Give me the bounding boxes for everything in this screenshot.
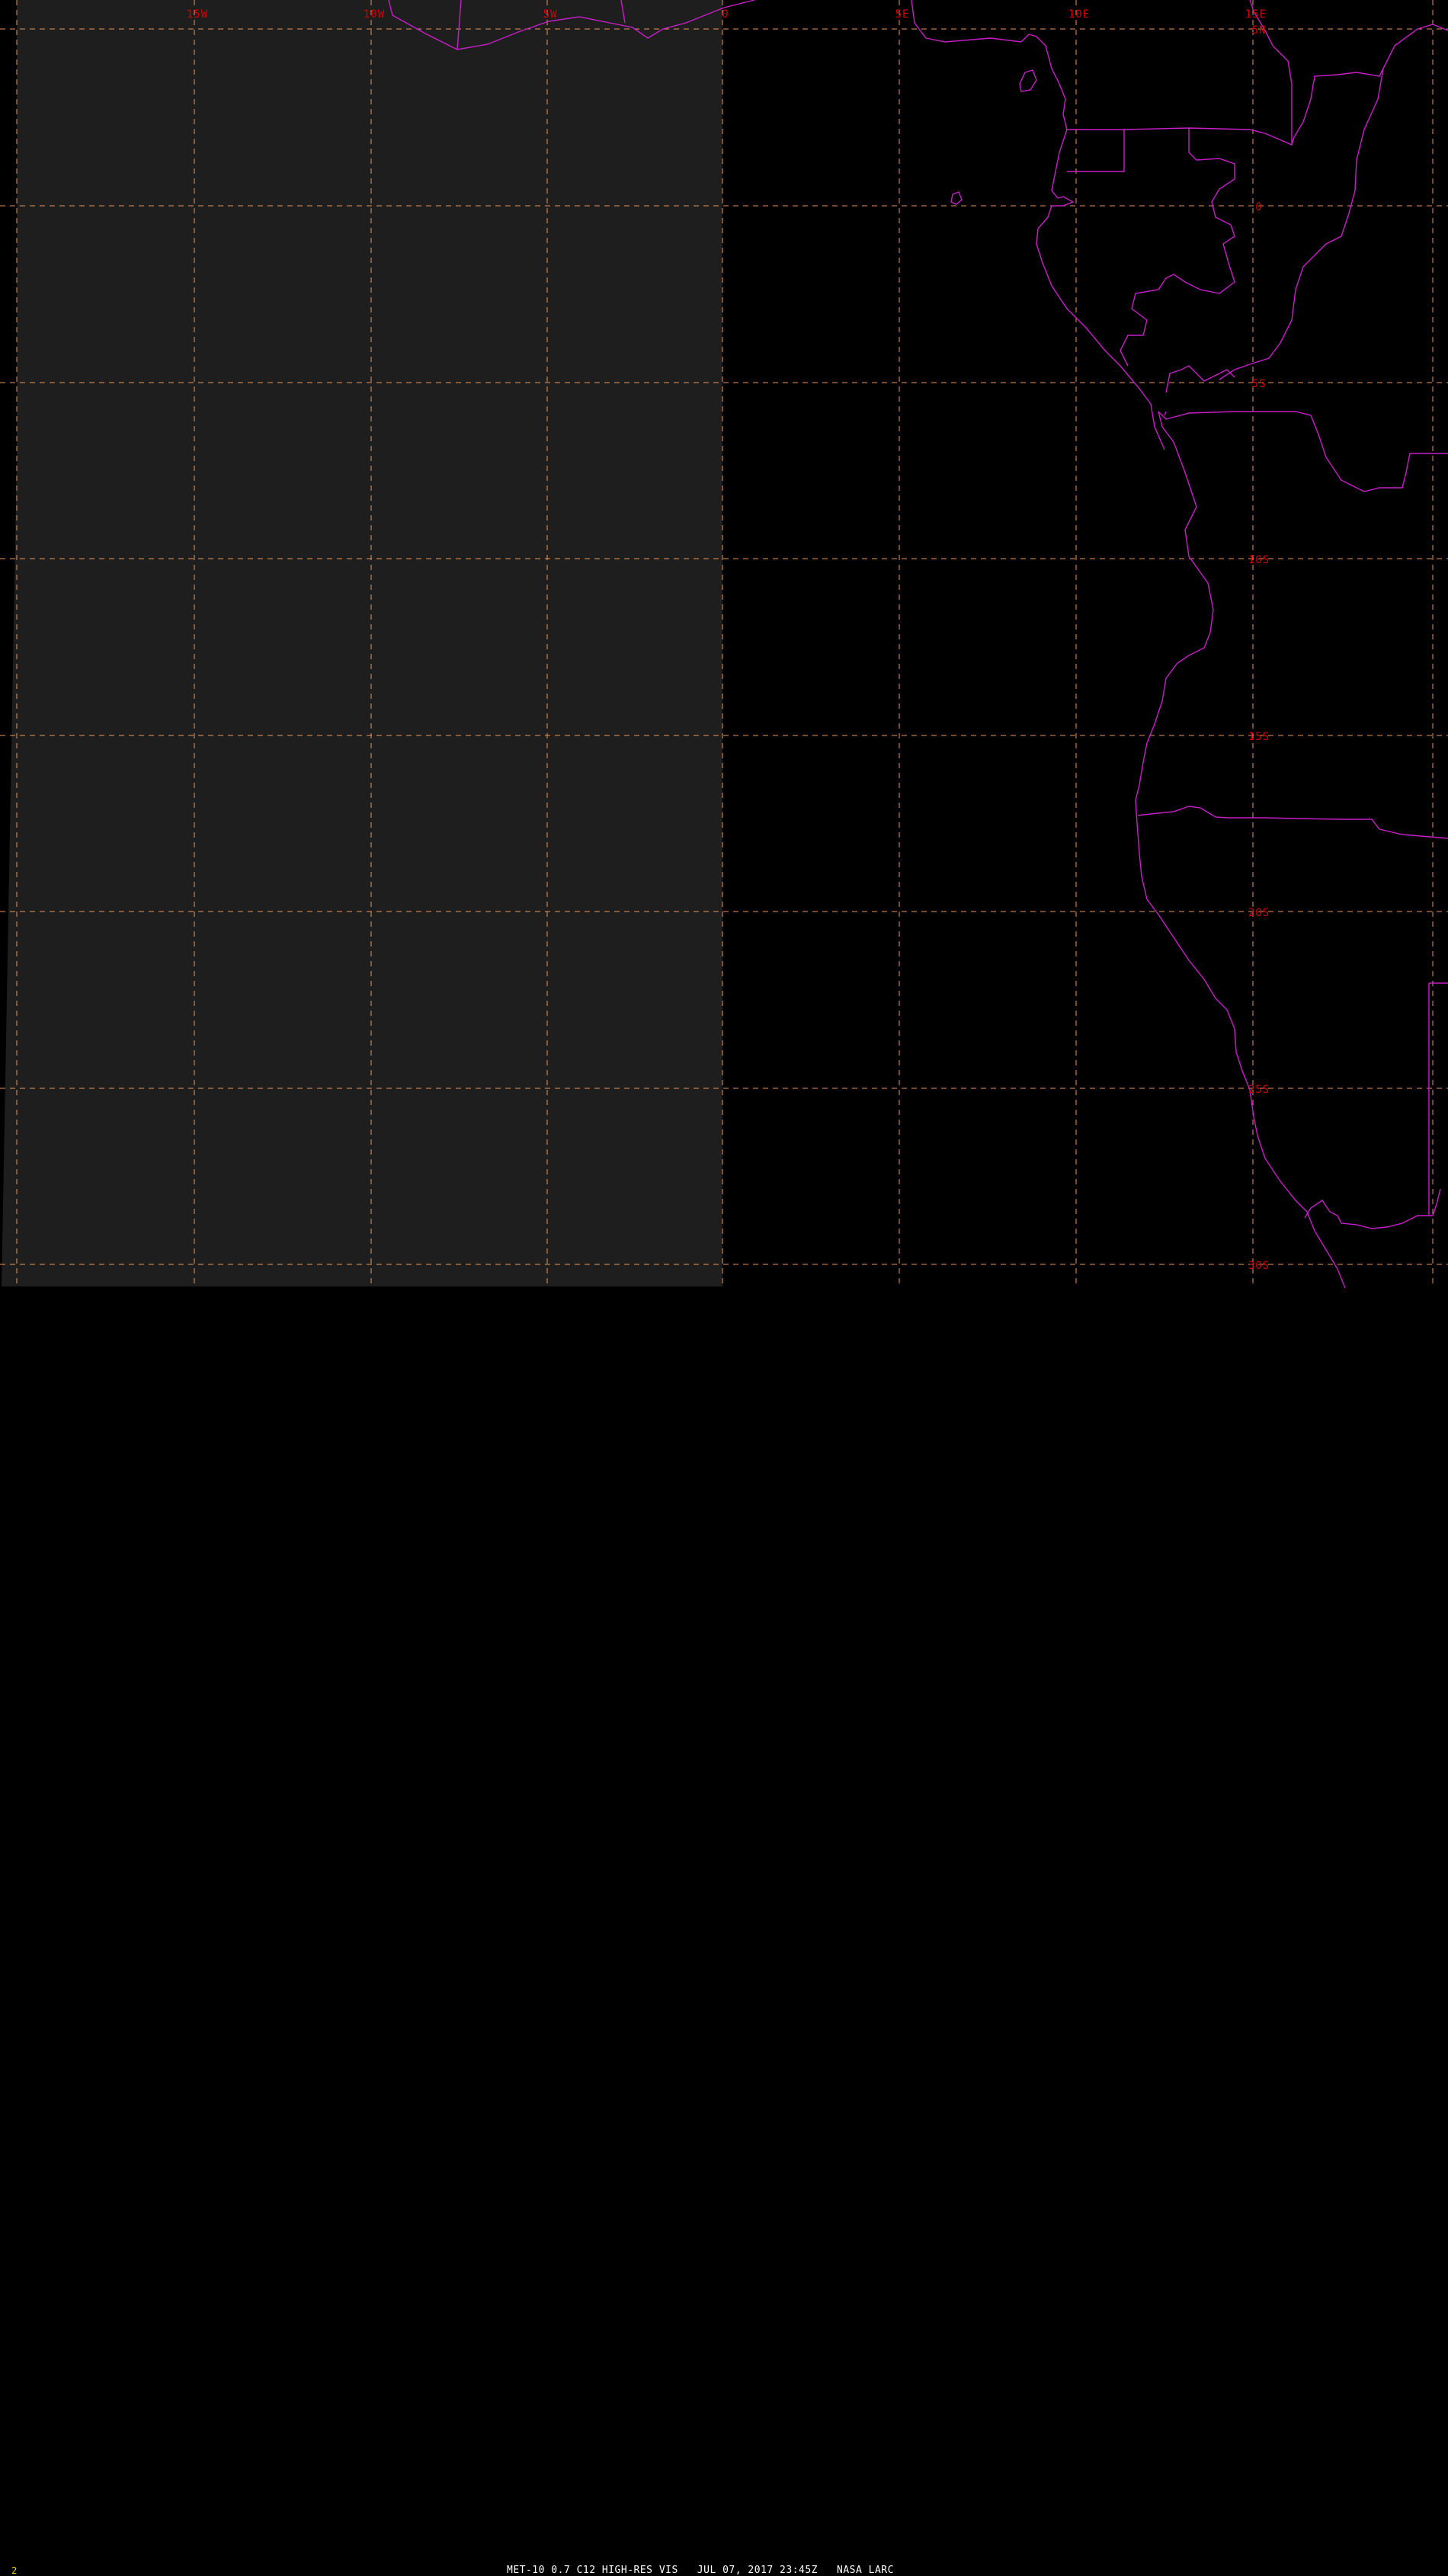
latitude-label: 5S	[1252, 378, 1267, 390]
longitude-label: 15W	[187, 8, 208, 21]
satellite-map-view: 15W 10W 5W 0 5E 10E 15E 5N 0 5S 10S 15S 20S 25S 30S 2…	[0, 0, 1448, 2576]
latitude-label: 15S	[1248, 731, 1270, 743]
product-caption: MET-10 0.7 C12 HIGH-RES VIS JUL 07, 2017…	[507, 2565, 894, 2576]
longitude-label: 5W	[543, 8, 558, 21]
map-canvas: 15W 10W 5W 0 5E 10E 15E 5N 0 5S 10S 15S 20S 25S 30S	[0, 0, 1448, 1296]
latitude-label: 0	[1255, 201, 1262, 213]
longitude-label: 0	[722, 8, 729, 21]
longitude-label: 15E	[1245, 8, 1267, 21]
longitude-label: 5E	[895, 8, 910, 21]
latitude-label: 25S	[1248, 1084, 1270, 1096]
latitude-label: 5N	[1252, 24, 1267, 37]
latitude-label: 20S	[1248, 907, 1270, 919]
latitude-label: 10S	[1248, 554, 1270, 566]
image-caption-bar: 2 MET-10 0.7 C12 HIGH-RES VIS JUL 07, 20…	[0, 1280, 1448, 2576]
longitude-label: 10W	[364, 8, 385, 21]
shaded-imagery-region	[2, 0, 722, 1286]
longitude-label: 10E	[1068, 8, 1090, 21]
latitude-label: 30S	[1248, 1260, 1270, 1272]
frame-number: 2	[11, 2565, 18, 2576]
